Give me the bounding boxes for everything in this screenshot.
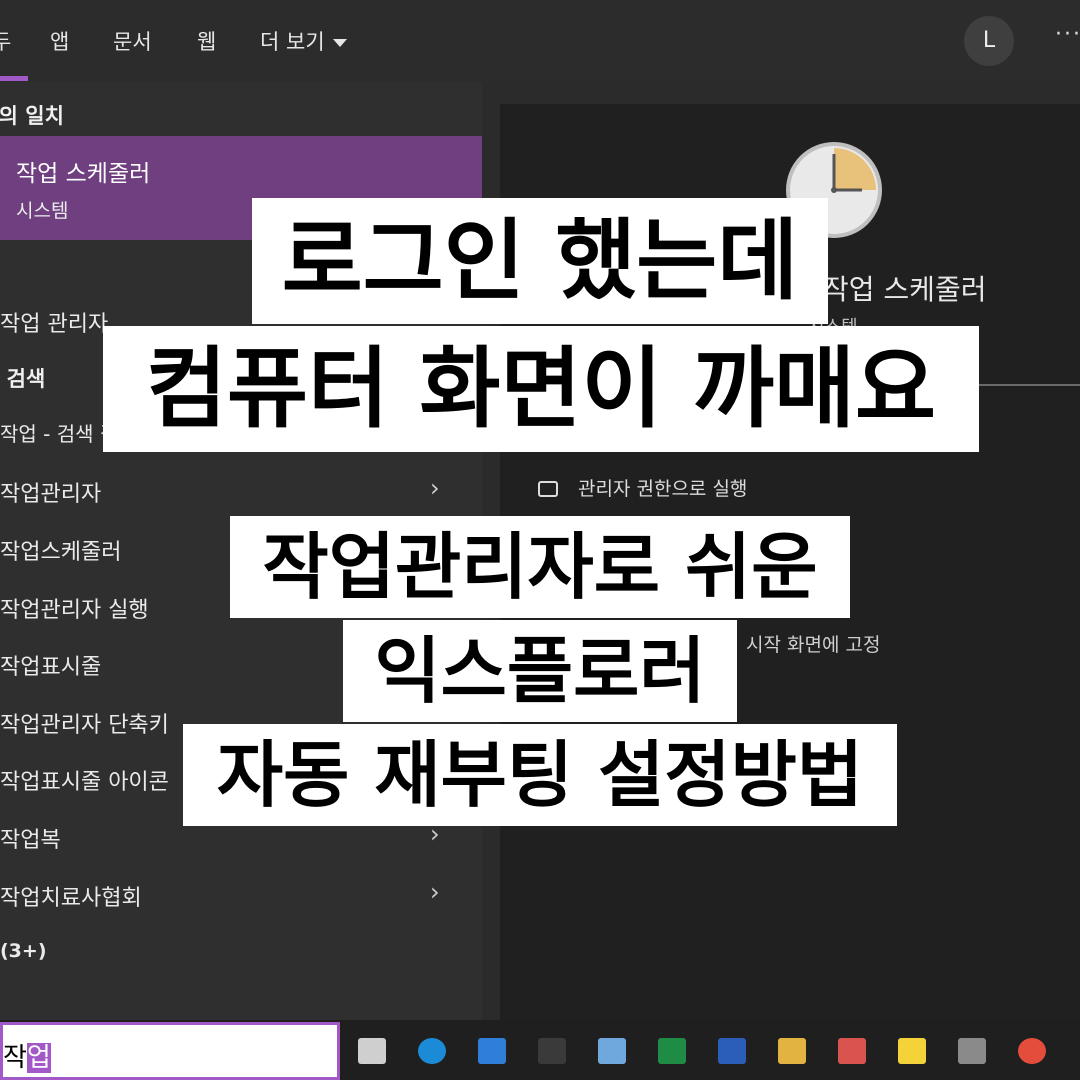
tab-all[interactable]: 두 <box>0 26 11 56</box>
edge-icon[interactable] <box>418 1038 446 1064</box>
pin-to-start-action[interactable]: 시작 화면에 고정 <box>746 630 880 657</box>
sticky-notes-icon[interactable] <box>898 1038 926 1064</box>
tab-apps[interactable]: 앱 <box>50 26 69 56</box>
chrome-icon[interactable] <box>1018 1038 1046 1064</box>
list-item[interactable]: 작업복 <box>0 822 61 854</box>
run-as-admin-label: 관리자 권한으로 실행 <box>578 478 748 500</box>
detail-title: 작업 스케줄러 <box>823 273 987 306</box>
search-input[interactable]: 작업 <box>0 1022 340 1080</box>
list-item[interactable]: 작업 관리자 <box>0 306 108 338</box>
more-results-count[interactable]: (3+) <box>0 940 47 962</box>
best-match-title: 작업 스케줄러 <box>16 161 151 187</box>
chevron-down-icon <box>332 39 347 47</box>
run-as-admin-action[interactable]: 관리자 권한으로 실행 <box>538 474 747 501</box>
more-options-button[interactable]: ··· <box>1055 22 1080 47</box>
list-item[interactable]: 작업관리자 단축키 <box>0 707 169 739</box>
list-item[interactable]: 작업스케줄러 <box>0 534 121 566</box>
search-scope-tabs: 두 앱 문서 웹 더 보기 L ··· <box>0 0 1080 82</box>
avatar[interactable]: L <box>964 16 1014 66</box>
tab-more[interactable]: 더 보기 <box>260 26 347 56</box>
best-match-subtitle: 시스템 <box>16 200 69 222</box>
list-item[interactable]: 작업관리자 <box>0 476 101 508</box>
excel-icon[interactable] <box>658 1038 686 1064</box>
tab-documents[interactable]: 문서 <box>113 26 152 56</box>
headline-line-1: 로그인 했는데 <box>252 198 828 324</box>
file-explorer-icon[interactable] <box>778 1038 806 1064</box>
list-item[interactable]: 작업치료사협회 <box>0 880 142 912</box>
calculator-icon[interactable] <box>958 1038 986 1064</box>
headline-line-5: 자동 재부팅 설정방법 <box>183 724 897 826</box>
tab-web[interactable]: 웹 <box>197 26 216 56</box>
search-typed-text: 작 <box>3 1043 27 1073</box>
list-item[interactable]: 작업표시줄 <box>0 649 101 681</box>
headline-line-4: 익스플로러 <box>343 620 737 722</box>
word-icon[interactable] <box>718 1038 746 1064</box>
outlook-icon[interactable] <box>478 1038 506 1064</box>
chevron-right-icon[interactable]: › <box>430 474 440 502</box>
list-item[interactable]: 작업표시줄 아이콘 <box>0 764 169 796</box>
list-item[interactable]: 작업관리자 실행 <box>0 592 149 624</box>
tab-more-label: 더 보기 <box>260 30 325 54</box>
web-search-heading: 웹 검색 <box>0 367 46 391</box>
search-composing-text: 업 <box>26 1043 51 1073</box>
headline-line-2: 컴퓨터 화면이 까매요 <box>103 326 979 452</box>
paint-icon[interactable] <box>838 1038 866 1064</box>
notepad-icon[interactable] <box>598 1038 626 1064</box>
chevron-right-icon[interactable]: › <box>430 878 440 906</box>
headline-line-3: 작업관리자로 쉬운 <box>230 516 850 618</box>
active-tab-indicator <box>0 76 28 81</box>
search-query: 작업 <box>3 1037 51 1074</box>
task-view-icon[interactable] <box>358 1038 386 1064</box>
divider <box>976 384 1080 386</box>
shield-icon <box>538 481 558 497</box>
media-icon[interactable] <box>538 1038 566 1064</box>
best-match-heading: 최고의 일치 <box>0 104 64 128</box>
